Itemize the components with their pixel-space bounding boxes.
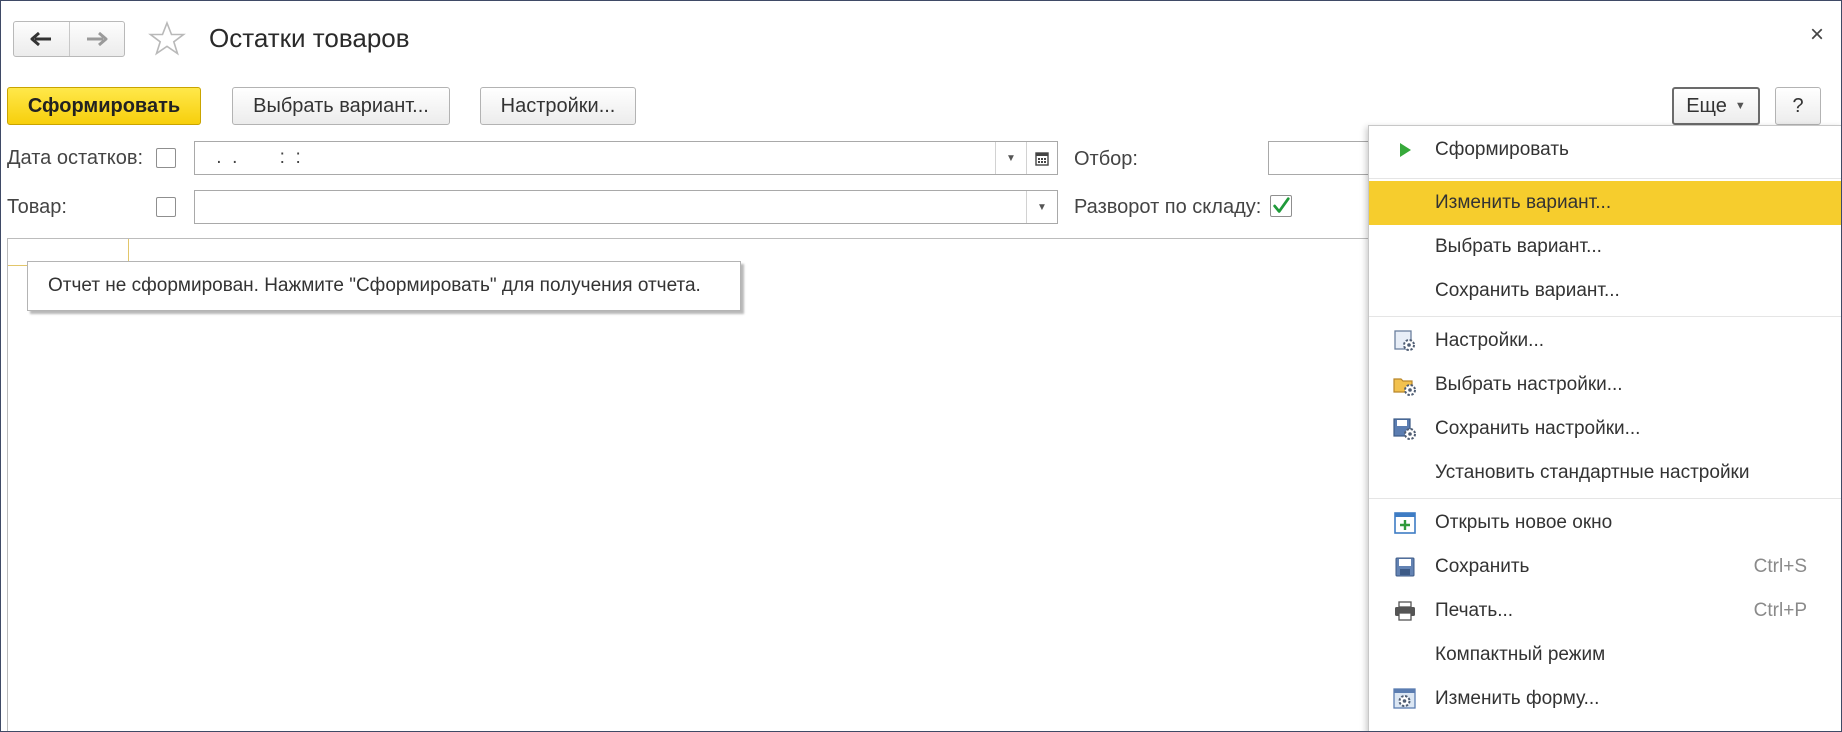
warehouse-label: Разворот по складу:: [1074, 196, 1262, 218]
product-use-checkbox[interactable]: [156, 197, 176, 217]
menu-item-save[interactable]: Сохранить Ctrl+S: [1369, 545, 1841, 589]
date-value: . . : :: [211, 147, 301, 168]
menu-item-new-window[interactable]: Открыть новое окно: [1369, 501, 1841, 545]
favorite-star-icon[interactable]: [147, 19, 187, 59]
menu-item-label: Изменить форму...: [1435, 688, 1600, 709]
menu-item-print[interactable]: Печать... Ctrl+P: [1369, 589, 1841, 633]
more-button[interactable]: Еще ▼: [1672, 87, 1760, 125]
menu-item-label: Сохранить: [1435, 556, 1530, 577]
menu-item-label: Выбрать вариант...: [1435, 236, 1602, 257]
report-area[interactable]: [7, 238, 1378, 731]
close-icon[interactable]: ×: [1803, 21, 1831, 49]
new-window-icon: [1393, 511, 1417, 535]
menu-item-label: Открыть новое окно: [1435, 512, 1613, 533]
checkmark-icon: [1273, 197, 1290, 213]
filter-field[interactable]: [1268, 141, 1378, 175]
more-menu: Сформировать Изменить вариант... Выбрать…: [1368, 125, 1841, 731]
menu-item-standard-settings[interactable]: Установить стандартные настройки: [1369, 451, 1841, 495]
dropdown-icon[interactable]: ▼: [1026, 191, 1057, 223]
menu-item-choose-settings[interactable]: Выбрать настройки...: [1369, 363, 1841, 407]
settings-icon: [1393, 329, 1417, 353]
settings-button[interactable]: Настройки...: [480, 87, 636, 125]
menu-separator: [1369, 498, 1841, 499]
menu-item-label: Установить стандартные настройки: [1435, 462, 1750, 483]
generate-button[interactable]: Сформировать: [7, 87, 201, 125]
forward-button[interactable]: [68, 22, 125, 56]
choose-variant-button[interactable]: Выбрать вариант...: [232, 87, 450, 125]
arrow-right-icon: [86, 31, 108, 47]
filter-label: Отбор:: [1074, 148, 1138, 170]
menu-item-save-variant[interactable]: Сохранить вариант...: [1369, 269, 1841, 313]
calendar-icon[interactable]: [1026, 142, 1057, 174]
product-label: Товар:: [7, 196, 67, 218]
date-use-checkbox[interactable]: [156, 148, 176, 168]
menu-item-generate[interactable]: Сформировать: [1369, 128, 1841, 172]
menu-item-shortcut: Ctrl+S: [1753, 556, 1807, 577]
menu-item-label: Сохранить настройки...: [1435, 418, 1641, 439]
menu-item-label: Сохранить вариант...: [1435, 280, 1620, 301]
arrow-left-icon: [30, 31, 52, 47]
cell-cursor: [8, 265, 28, 266]
back-button[interactable]: [14, 22, 69, 56]
menu-item-label: Сформировать: [1435, 139, 1569, 160]
menu-item-label: Компактный режим: [1435, 644, 1606, 665]
menu-item-change-variant[interactable]: Изменить вариант...: [1369, 181, 1841, 225]
warehouse-checkbox[interactable]: [1270, 195, 1292, 217]
menu-item-label: Изменить вариант...: [1435, 192, 1612, 213]
printer-icon: [1393, 599, 1417, 623]
menu-separator: [1369, 316, 1841, 317]
history-nav: [13, 21, 125, 57]
menu-item-save-settings[interactable]: Сохранить настройки...: [1369, 407, 1841, 451]
menu-item-label: Выбрать настройки...: [1435, 374, 1623, 395]
more-label: Еще: [1686, 94, 1727, 117]
report-not-generated-message: Отчет не сформирован. Нажмите "Сформиров…: [27, 261, 741, 311]
product-field[interactable]: ▼: [194, 190, 1058, 224]
chevron-down-icon: ▼: [1734, 100, 1746, 112]
menu-item-label: Настройки...: [1435, 330, 1544, 351]
form-settings-icon: [1393, 687, 1417, 711]
menu-item-label: Печать...: [1435, 600, 1514, 621]
date-label: Дата остатков:: [7, 147, 144, 169]
floppy-icon: [1393, 555, 1417, 579]
menu-item-change-form[interactable]: Изменить форму...: [1369, 677, 1841, 721]
save-settings-icon: [1393, 417, 1417, 441]
folder-settings-icon: [1393, 373, 1417, 397]
menu-item-settings[interactable]: Настройки...: [1369, 319, 1841, 363]
help-button[interactable]: ?: [1775, 87, 1821, 125]
date-field[interactable]: . . : : ▼: [194, 141, 1058, 175]
dropdown-icon[interactable]: ▼: [995, 142, 1026, 174]
menu-item-choose-variant[interactable]: Выбрать вариант...: [1369, 225, 1841, 269]
page-title: Остатки товаров: [209, 23, 410, 53]
menu-item-compact-mode[interactable]: Компактный режим: [1369, 633, 1841, 677]
report-window: Остатки товаров × Сформировать Выбрать в…: [0, 0, 1842, 732]
play-icon: [1393, 138, 1417, 162]
menu-item-shortcut: Ctrl+P: [1753, 600, 1807, 621]
menu-separator: [1369, 178, 1841, 179]
